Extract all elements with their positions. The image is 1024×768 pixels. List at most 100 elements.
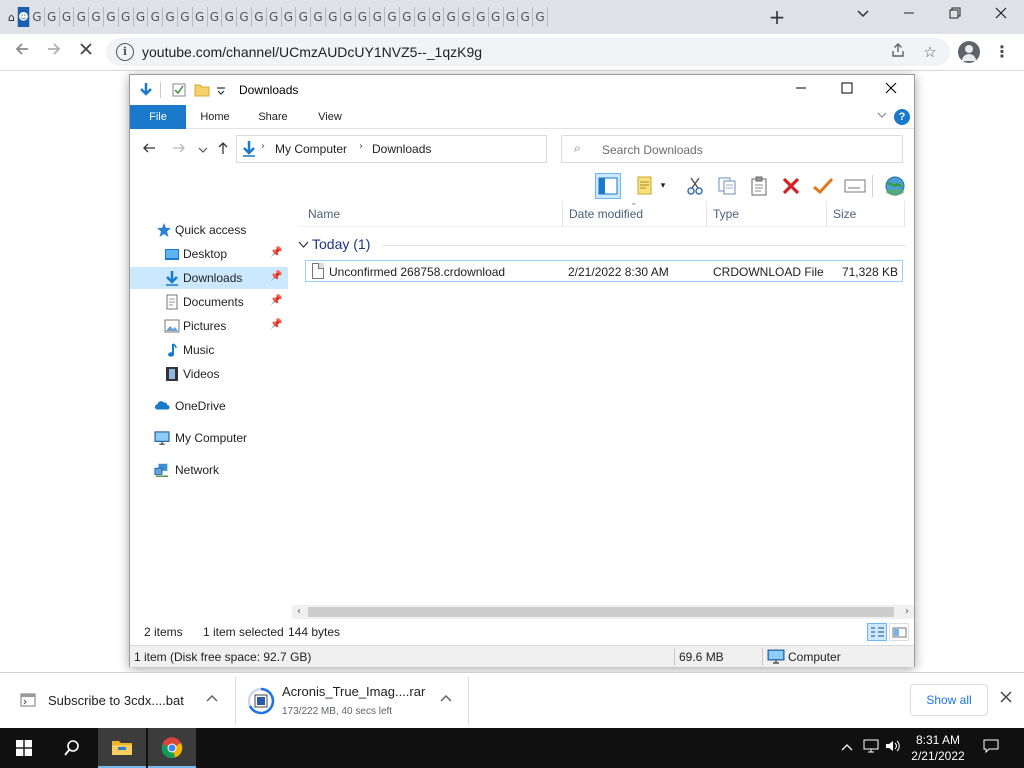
browser-tab[interactable]: G (148, 7, 164, 27)
browser-tab[interactable]: G (89, 7, 104, 27)
show-hidden-icons-button[interactable] (838, 739, 856, 757)
chevron-down-icon[interactable]: ▾ (656, 173, 670, 199)
group-header-today[interactable]: Today (1) (298, 233, 906, 257)
column-header-name[interactable]: Name (308, 207, 340, 221)
sidebar-item-quick-access[interactable]: Quick access (130, 219, 288, 241)
browser-tab[interactable]: G (370, 7, 386, 27)
tab-share[interactable]: Share (248, 105, 298, 129)
show-all-downloads-button[interactable]: Show all (910, 684, 988, 716)
browser-tab[interactable]: G (356, 7, 371, 27)
explorer-close-button[interactable] (868, 75, 914, 105)
browser-tab[interactable]: G (415, 7, 430, 27)
bookmark-star-icon[interactable]: ☆ (920, 42, 940, 62)
browser-tab[interactable]: G (518, 7, 534, 27)
sidebar-item-downloads[interactable]: Downloads 📌 (130, 267, 288, 289)
pin-icon[interactable]: 📌 (270, 247, 282, 258)
scrollbar-thumb[interactable] (308, 607, 894, 617)
preview-pane-icon[interactable] (595, 173, 621, 199)
recent-locations-button[interactable] (194, 141, 212, 159)
browser-tab[interactable]: G (282, 7, 297, 27)
column-divider[interactable] (904, 201, 905, 227)
scroll-left-icon[interactable]: ‹ (292, 605, 306, 619)
browser-tab[interactable]: G (178, 7, 193, 27)
pin-icon[interactable]: 📌 (270, 295, 282, 306)
explorer-minimize-button[interactable] (778, 75, 824, 105)
tab-file[interactable]: File (130, 105, 186, 129)
explorer-back-button[interactable] (140, 141, 158, 159)
table-row[interactable]: Unconfirmed 268758.crdownload 2/21/2022 … (305, 260, 903, 282)
location-bar[interactable]: › My Computer › Downloads (236, 135, 644, 163)
browser-tab[interactable]: ⌂ (6, 7, 18, 27)
delete-icon[interactable] (778, 173, 804, 199)
tab-view[interactable]: View (306, 105, 354, 129)
cut-icon[interactable] (682, 173, 708, 199)
tab-search-button[interactable] (852, 6, 874, 28)
share-icon[interactable] (888, 42, 908, 62)
breadcrumb-separator[interactable]: › (261, 141, 265, 152)
more-menu-icon[interactable]: ⋮ (994, 41, 1010, 63)
browser-tab[interactable]: G (45, 7, 60, 27)
back-button[interactable] (10, 40, 34, 64)
browser-tab[interactable]: G (163, 7, 178, 27)
paste-icon[interactable] (746, 173, 772, 199)
taskbar-file-explorer[interactable] (98, 728, 146, 768)
minimize-button[interactable] (886, 0, 932, 30)
chevron-up-icon[interactable] (203, 691, 221, 709)
browser-tab[interactable]: G (533, 7, 548, 27)
browser-tab[interactable]: G (430, 7, 445, 27)
pin-icon[interactable]: 📌 (270, 319, 282, 330)
column-header-size[interactable]: Size (833, 207, 856, 221)
properties-icon[interactable] (172, 83, 186, 97)
up-button[interactable] (214, 141, 232, 159)
browser-tab[interactable]: G (385, 7, 400, 27)
sidebar-item-desktop[interactable]: Desktop 📌 (130, 243, 288, 265)
action-center-icon[interactable] (982, 739, 1000, 757)
network-status-icon[interactable] (862, 739, 880, 757)
forward-button[interactable] (42, 40, 66, 64)
browser-tab[interactable]: ☻ (18, 7, 30, 27)
close-shelf-button[interactable] (996, 689, 1016, 709)
browser-tab[interactable]: G (311, 7, 326, 27)
explorer-maximize-button[interactable] (824, 75, 870, 105)
browser-tab[interactable]: G (489, 7, 504, 27)
browser-tab[interactable]: G (459, 7, 474, 27)
browser-tab[interactable]: G (60, 7, 75, 27)
browser-tab[interactable]: G (119, 7, 134, 27)
sidebar-item-documents[interactable]: Documents 📌 (130, 291, 288, 313)
breadcrumb-my-computer[interactable]: My Computer (275, 142, 347, 156)
column-divider[interactable] (706, 201, 707, 227)
column-header-type[interactable]: Type (713, 207, 739, 221)
column-header-date-modified[interactable]: Date modified (569, 207, 643, 221)
sidebar-item-music[interactable]: Music (130, 339, 288, 361)
sidebar-item-my-computer[interactable]: My Computer (130, 427, 288, 449)
new-tab-button[interactable]: + (766, 6, 788, 28)
browser-tab[interactable]: G (341, 7, 356, 27)
browser-tab[interactable]: G (267, 7, 282, 27)
globe-icon[interactable] (882, 173, 908, 199)
chevron-up-icon[interactable] (437, 691, 455, 709)
browser-tab[interactable]: G (444, 7, 460, 27)
horizontal-scrollbar[interactable]: ‹ › (292, 605, 914, 619)
browser-tab[interactable]: G (30, 7, 45, 27)
browser-tab[interactable]: G (134, 7, 149, 27)
browser-tab[interactable]: G (252, 7, 267, 27)
taskbar-chrome[interactable] (148, 728, 196, 768)
pin-icon[interactable]: 📌 (270, 271, 282, 282)
profile-avatar-icon[interactable] (958, 41, 980, 63)
browser-tab[interactable]: G (193, 7, 208, 27)
sidebar-item-onedrive[interactable]: OneDrive (130, 395, 288, 417)
expand-ribbon-icon[interactable] (874, 108, 890, 124)
restore-button[interactable] (932, 0, 978, 30)
download-item[interactable]: Acronis_True_Imag....rar 173/222 MB, 40 … (237, 677, 469, 725)
start-button[interactable] (0, 728, 48, 768)
explorer-title-bar[interactable]: Downloads (130, 75, 914, 105)
browser-tab[interactable]: G (326, 7, 341, 27)
sidebar-item-network[interactable]: Network (130, 459, 288, 481)
address-bar[interactable]: i youtube.com/channel/UCmzAUDcUY1NVZ5--_… (106, 38, 950, 66)
browser-tab[interactable]: G (208, 7, 223, 27)
rename-icon[interactable] (842, 173, 868, 199)
scroll-right-icon[interactable]: › (900, 605, 914, 619)
column-divider[interactable] (826, 201, 827, 227)
new-folder-icon[interactable] (194, 83, 210, 97)
help-icon[interactable]: ? (894, 109, 910, 125)
